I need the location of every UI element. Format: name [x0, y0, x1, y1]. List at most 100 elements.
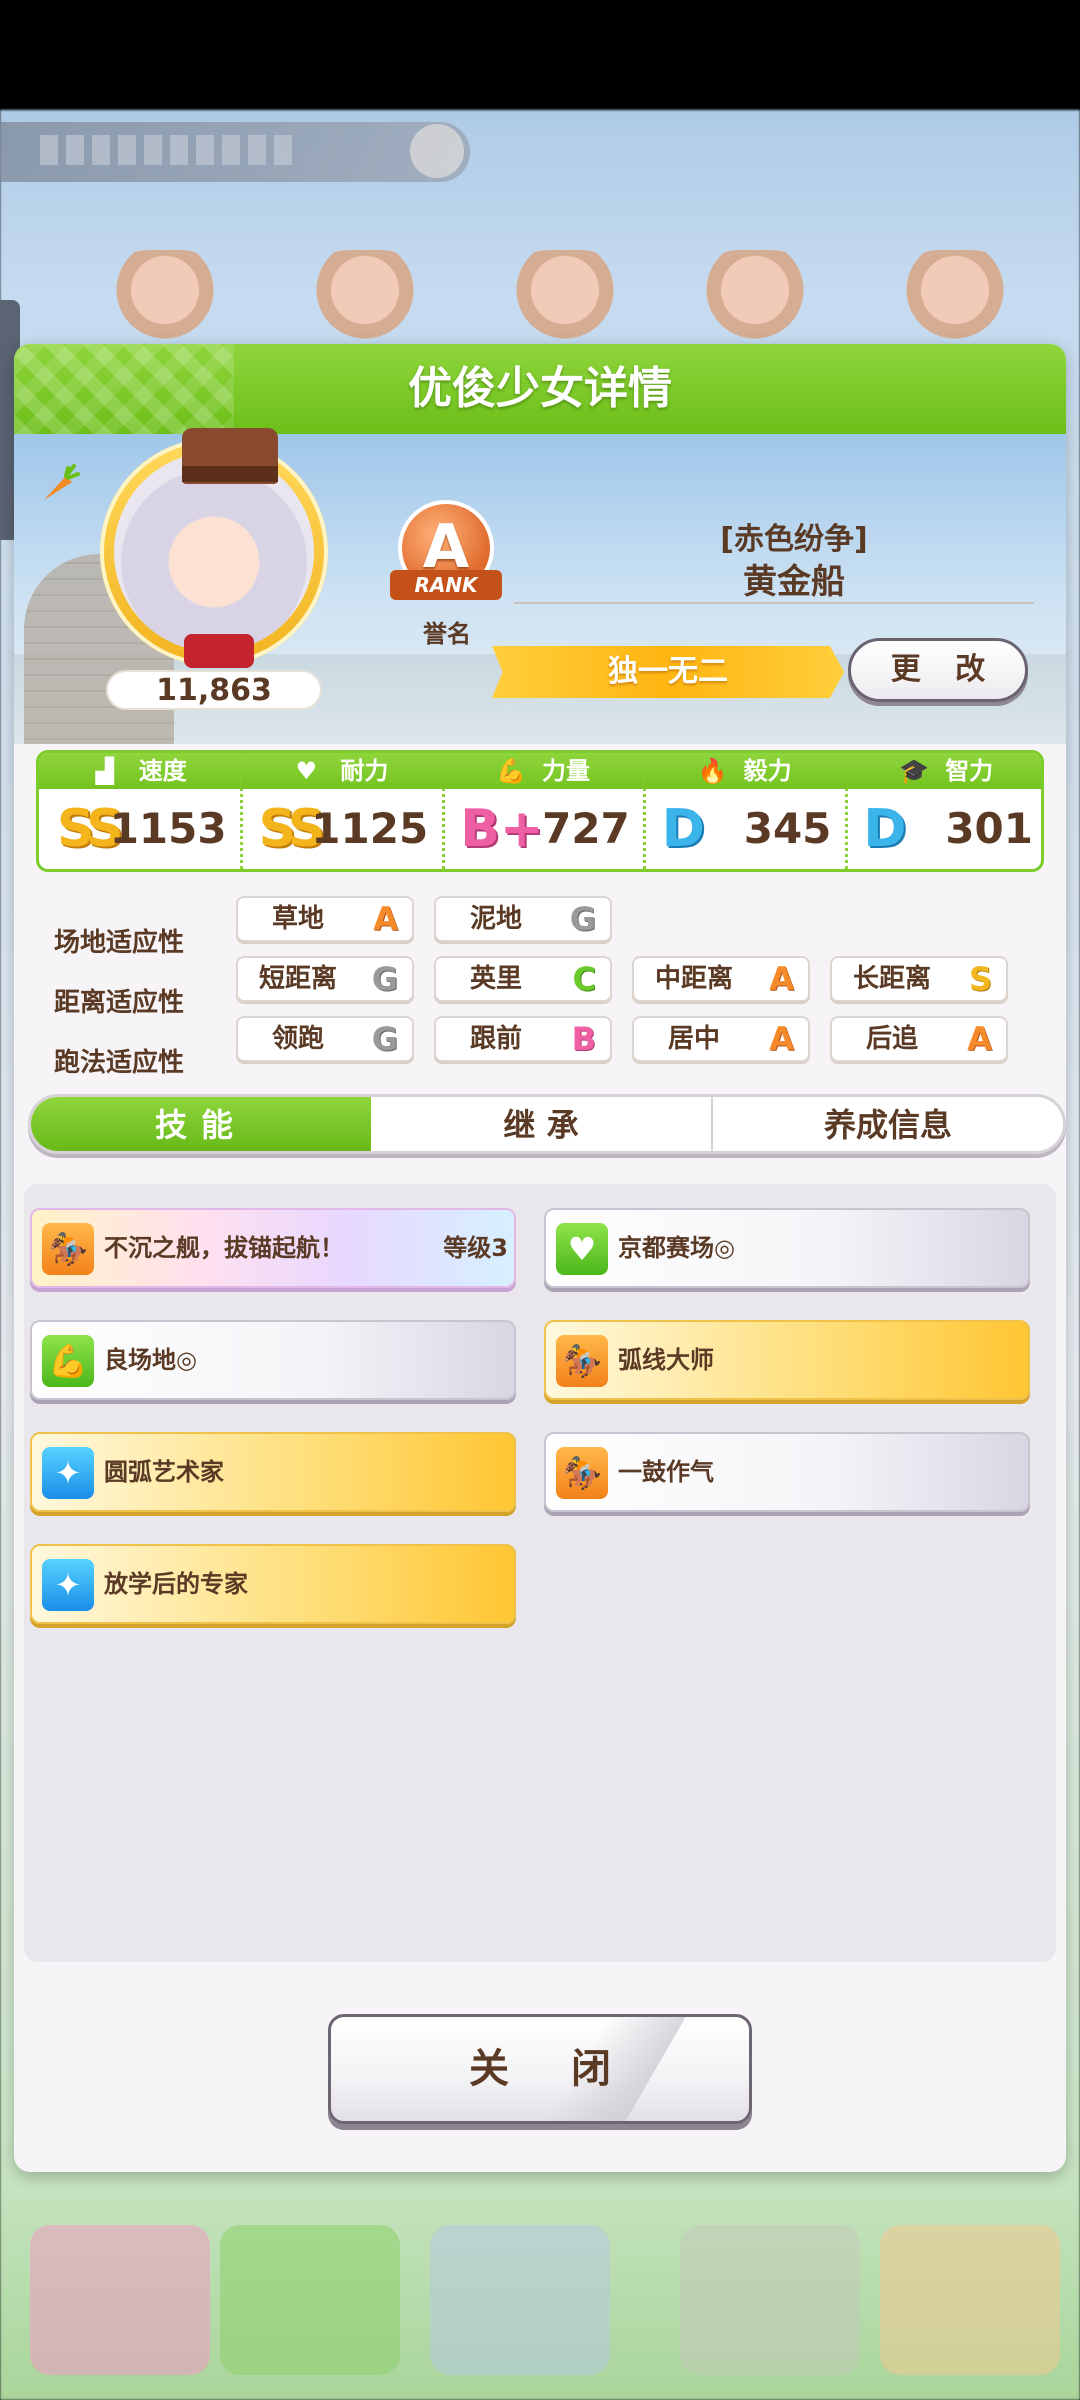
sparkle-icon: ✦: [42, 1559, 94, 1611]
skill-item[interactable]: ♥ 京都赛场◎: [544, 1208, 1030, 1288]
tab-training-info[interactable]: 养成信息: [713, 1097, 1063, 1151]
flame-icon: 🔥: [697, 757, 728, 785]
aptitude-name: 后追: [865, 1024, 918, 1054]
tab-inheritance[interactable]: 继 承: [371, 1097, 711, 1151]
skill-item[interactable]: ✦ 圆弧艺术家: [30, 1432, 516, 1512]
heart-icon: ♥: [556, 1223, 608, 1275]
aptitude-chip-sprint: 短距离 G: [236, 956, 414, 1002]
stat-header: ▟ 速度: [39, 753, 241, 789]
graduation-cap-icon: 🎓: [899, 757, 930, 785]
background-character: [290, 250, 440, 350]
stat-header: 🔥 毅力: [643, 753, 846, 789]
aptitude-grade: G: [371, 1020, 398, 1058]
background-nav-item: [220, 2225, 400, 2375]
background-nav-item: [30, 2225, 210, 2375]
aptitude-grade: G: [569, 900, 596, 938]
skill-name: 一鼓作气: [618, 1458, 714, 1486]
background-character: [880, 250, 1030, 350]
aptitude-grade: C: [572, 960, 596, 998]
status-bar: [0, 0, 1080, 110]
background-header-button: [410, 124, 464, 178]
aptitude-name: 中距离: [654, 964, 733, 994]
skill-name: 放学后的专家: [104, 1570, 248, 1598]
aptitude-chip-medium: 中距离 A: [632, 956, 810, 1002]
track-aptitude-label: 场地适应性: [54, 928, 185, 958]
aptitude-chip-dirt: 泥地 G: [434, 896, 612, 942]
character-name: 黄金船: [743, 562, 845, 602]
running-horse-icon: 🏇: [556, 1447, 608, 1499]
aptitude-chip-long: 长距离 S: [830, 956, 1008, 1002]
background-character: [680, 250, 830, 350]
aptitude-name: 草地: [271, 904, 324, 934]
character-title-ribbon: 独一无二: [492, 646, 844, 698]
aptitude-grade: A: [769, 1020, 794, 1058]
skill-item[interactable]: 🏇 一鼓作气: [544, 1432, 1030, 1512]
stat-value: 345: [743, 804, 832, 853]
running-horse-icon: 🏇: [556, 1335, 608, 1387]
fan-count: 11,863: [106, 670, 322, 710]
stat-grade: D: [661, 799, 705, 859]
stat-grade: SS: [258, 799, 326, 859]
muscle-icon: 💪: [495, 757, 526, 785]
stat-grade: SS: [57, 799, 124, 859]
running-horse-icon: 🏇: [42, 1223, 94, 1275]
shoe-icon: ▟: [95, 757, 115, 785]
skill-name: 圆弧艺术家: [104, 1458, 224, 1486]
close-button[interactable]: 关 闭: [328, 2014, 752, 2124]
tab-skills[interactable]: 技能: [31, 1097, 371, 1151]
skill-name: 弧线大师: [618, 1346, 714, 1374]
aptitude-name: 领跑: [271, 1024, 324, 1054]
stat-label: 毅力: [743, 757, 792, 785]
stat-guts: 🔥 毅力 D 345: [643, 753, 846, 869]
stat-wisdom: 🎓 智力 D 301: [845, 753, 1041, 869]
background-nav-item: [430, 2225, 610, 2375]
rank-label: 誉名: [423, 620, 471, 648]
stat-grade: D: [863, 799, 907, 859]
background-character: [90, 250, 240, 350]
skill-item[interactable]: 🏇 不沉之舰，拔锚起航！ 等级3: [30, 1208, 516, 1288]
skill-item[interactable]: ✦ 放学后的专家: [30, 1544, 516, 1624]
skill-item[interactable]: 🏇 弧线大师: [544, 1320, 1030, 1400]
rank-word: RANK: [390, 570, 502, 600]
skill-item[interactable]: 💪 良场地◎: [30, 1320, 516, 1400]
character-detail-dialog: 优俊少女详情 11,863 A RANK 誉名 [赤色纷争] 黄金船 独一无二 …: [14, 344, 1066, 2172]
stats-panel: ▟ 速度 SS 1153 ♥ 耐力 SS 1125 💪 力量 B+ 727 🔥 毅力 D…: [36, 750, 1044, 872]
background-nav-item: [680, 2225, 860, 2375]
aptitude-name: 跟前: [469, 1024, 522, 1054]
aptitude-chip-late-surger: 居中 A: [632, 1016, 810, 1062]
background-nav-item: [880, 2225, 1060, 2375]
stat-value: 301: [945, 804, 1033, 853]
name-divider: [514, 602, 1034, 604]
aptitude-grade: A: [967, 1020, 992, 1058]
close-button-label: 关 闭: [469, 2046, 635, 2092]
change-title-button[interactable]: 更 改: [848, 638, 1028, 702]
aptitude-chip-end-closer: 后追 A: [830, 1016, 1008, 1062]
muscle-icon: 💪: [42, 1335, 94, 1387]
dialog-title: 优俊少女详情: [408, 363, 672, 414]
background-header-text: [40, 135, 300, 165]
carrot-icon: [44, 464, 80, 500]
avatar-bow: [184, 634, 254, 668]
aptitude-name: 英里: [469, 964, 522, 994]
skill-name: 不沉之舰，拔锚起航！: [104, 1234, 344, 1262]
background-character: [490, 250, 640, 350]
stat-value: 727: [542, 804, 630, 853]
stat-value: 1153: [109, 804, 227, 853]
style-aptitude-label: 跑法适应性: [54, 1048, 185, 1078]
dialog-header: 优俊少女详情: [14, 344, 1066, 434]
stat-header: ♥ 耐力: [240, 753, 443, 789]
stat-label: 智力: [945, 757, 994, 785]
aptitude-name: 长距离: [852, 964, 931, 994]
aptitude-grade: G: [371, 960, 398, 998]
stat-power: 💪 力量 B+ 727: [442, 753, 644, 869]
stat-label: 力量: [541, 757, 590, 785]
stat-grade: B+: [460, 799, 544, 859]
stat-speed: ▟ 速度 SS 1153: [39, 753, 241, 869]
aptitude-name: 短距离: [258, 964, 337, 994]
background-character-row: [20, 250, 1060, 350]
aptitude-name: 居中: [667, 1024, 720, 1054]
aptitude-grade: A: [769, 960, 794, 998]
aptitude-chip-front-runner: 领跑 G: [236, 1016, 414, 1062]
aptitude-chip-turf: 草地 A: [236, 896, 414, 942]
rank-badge: A RANK: [390, 500, 502, 612]
